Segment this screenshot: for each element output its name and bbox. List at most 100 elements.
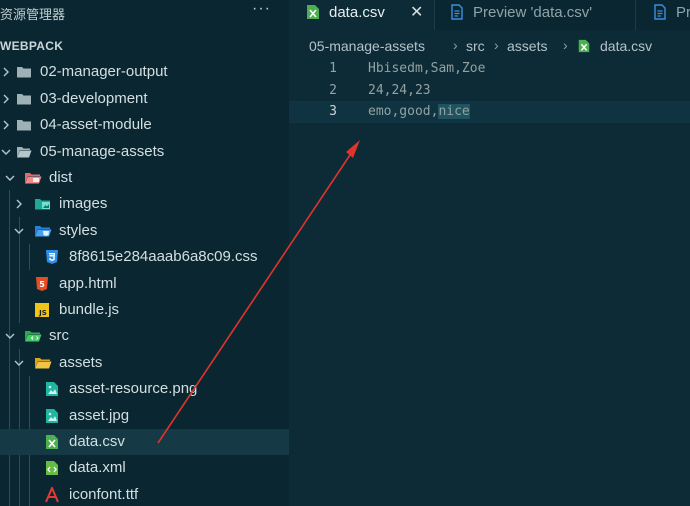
tree-item-label: app.html	[59, 275, 117, 292]
line-number: 1	[329, 61, 337, 76]
font-file-icon	[44, 485, 60, 503]
folder-icon	[16, 91, 32, 107]
tree-item-label: 02-manager-output	[40, 63, 168, 80]
tab-label: data.csv	[329, 4, 385, 21]
tree-item-label: styles	[59, 222, 98, 239]
html-file-icon: 5	[34, 276, 50, 292]
line-text: Hbisedm,Sam,Zoe	[368, 61, 486, 76]
more-actions-icon[interactable]: ···	[252, 0, 271, 18]
tab-bar: data.csv ✕ Preview 'data.csv' Pr	[289, 0, 690, 30]
tree-item-asset-jpg[interactable]: asset.jpg	[0, 403, 289, 429]
chevron-right-icon	[0, 86, 14, 112]
svg-text:5: 5	[39, 280, 45, 289]
tree-item-label: dist	[49, 169, 73, 186]
tree-item-data-xml[interactable]: data.xml	[0, 455, 289, 481]
explorer-title: 资源管理器	[0, 7, 66, 22]
editor-area: data.csv ✕ Preview 'data.csv' Pr 05-mana…	[289, 0, 690, 506]
tree-item-data-csv[interactable]: data.csv	[0, 429, 289, 455]
preview-icon	[652, 4, 668, 20]
tree-item-label: 8f8615e284aaab6a8c09.css	[69, 248, 258, 265]
tree-item-label: data.xml	[69, 459, 126, 476]
selected-text: nice	[438, 104, 470, 119]
preview-icon	[449, 4, 465, 20]
line-number: 3	[329, 104, 337, 119]
code-line[interactable]: 1 Hbisedm,Sam,Zoe	[289, 58, 690, 80]
breadcrumb-item[interactable]: assets	[507, 38, 547, 54]
breadcrumb-separator: ›	[563, 37, 568, 53]
breadcrumb: 05-manage-assets › src › assets › data.c…	[289, 36, 690, 58]
breadcrumb-item[interactable]: src	[466, 38, 485, 54]
explorer-header: 资源管理器 ···	[0, 0, 289, 26]
line-text: 24,24,23	[368, 83, 431, 98]
chevron-down-icon	[13, 218, 27, 244]
workspace-label: WEBPACK	[0, 39, 64, 53]
line-text: emo,good,nice	[368, 104, 470, 119]
tree-item-label: asset-resource.png	[69, 380, 198, 397]
tree-item-styles[interactable]: styles	[0, 218, 289, 244]
tree-item-app-html[interactable]: 5 app.html	[0, 271, 289, 297]
css-file-icon	[44, 249, 60, 265]
workspace-header[interactable]: WEBPACK	[0, 36, 289, 56]
code-line-current[interactable]: 3 emo,good,nice	[289, 101, 690, 123]
tree-item-label: 03-development	[40, 90, 148, 107]
line-number: 2	[329, 83, 337, 98]
breadcrumb-separator: ›	[453, 37, 458, 53]
xml-file-icon	[44, 460, 60, 476]
chevron-down-icon	[0, 139, 14, 165]
tab-label: Preview 'data.csv'	[473, 4, 593, 21]
tab-label: Pr	[676, 4, 690, 21]
close-icon[interactable]: ✕	[410, 2, 423, 22]
tab-data-csv[interactable]: data.csv ✕	[289, 0, 434, 30]
tree-item-04-asset-module[interactable]: 04-asset-module	[0, 112, 289, 138]
chevron-right-icon	[0, 112, 14, 138]
image-file-icon	[44, 408, 60, 424]
chevron-right-icon	[13, 191, 27, 217]
tree-item-iconfont-ttf[interactable]: iconfont.ttf	[0, 482, 289, 506]
breadcrumb-separator: ›	[494, 37, 499, 53]
svg-text:JS: JS	[38, 309, 47, 317]
tree-item-label: bundle.js	[59, 301, 120, 318]
folder-src-icon	[24, 328, 42, 344]
folder-images-icon	[34, 196, 50, 212]
explorer-sidebar: 资源管理器 ··· WEBPACK 02-manager-output 03-d…	[0, 0, 289, 506]
folder-icon	[16, 117, 32, 133]
breadcrumb-item[interactable]: 05-manage-assets	[309, 38, 425, 54]
tree-item-images[interactable]: images	[0, 191, 289, 217]
tab-preview-data-csv[interactable]: Preview 'data.csv'	[435, 0, 635, 30]
image-file-icon	[44, 381, 60, 397]
chevron-down-icon	[13, 350, 27, 376]
chevron-down-icon	[4, 165, 18, 191]
tree-item-label: data.csv	[69, 433, 125, 450]
tree-item-label: 04-asset-module	[40, 116, 152, 133]
tree-item-label: assets	[59, 354, 103, 371]
tree-item-label: 05-manage-assets	[40, 143, 165, 160]
folder-dist-icon	[24, 170, 42, 186]
tree-item-dist[interactable]: dist	[0, 165, 289, 191]
csv-file-icon	[305, 4, 321, 20]
tree-item-05-manage-assets[interactable]: 05-manage-assets	[0, 139, 289, 165]
tree-item-src[interactable]: src	[0, 323, 289, 349]
folder-assets-icon	[34, 355, 52, 371]
tree-item-label: images	[59, 195, 108, 212]
folder-styles-icon	[34, 223, 52, 239]
csv-file-icon	[44, 434, 60, 450]
chevron-right-icon	[0, 59, 14, 85]
folder-open-icon	[16, 144, 32, 160]
tree-item-label: src	[49, 327, 69, 344]
line-text-plain: emo,good,	[368, 104, 439, 119]
tree-item-assets[interactable]: assets	[0, 350, 289, 376]
tree-item-03-development[interactable]: 03-development	[0, 86, 289, 112]
js-file-icon: JS	[34, 302, 50, 318]
tab-preview-extra[interactable]: Pr	[636, 0, 690, 30]
code-line[interactable]: 2 24,24,23	[289, 80, 690, 102]
tree-item-label: iconfont.ttf	[69, 486, 139, 503]
chevron-down-icon	[4, 323, 18, 349]
tree-item-02-manager-output[interactable]: 02-manager-output	[0, 59, 289, 85]
breadcrumb-item[interactable]: data.csv	[600, 38, 652, 54]
tree-item-label: asset.jpg	[69, 407, 130, 424]
csv-file-icon	[577, 38, 593, 54]
folder-icon	[16, 64, 32, 80]
tree-item-css-file[interactable]: 8f8615e284aaab6a8c09.css	[0, 244, 289, 270]
tree-item-bundle-js[interactable]: JS bundle.js	[0, 297, 289, 323]
tree-item-asset-resource-png[interactable]: asset-resource.png	[0, 376, 289, 402]
